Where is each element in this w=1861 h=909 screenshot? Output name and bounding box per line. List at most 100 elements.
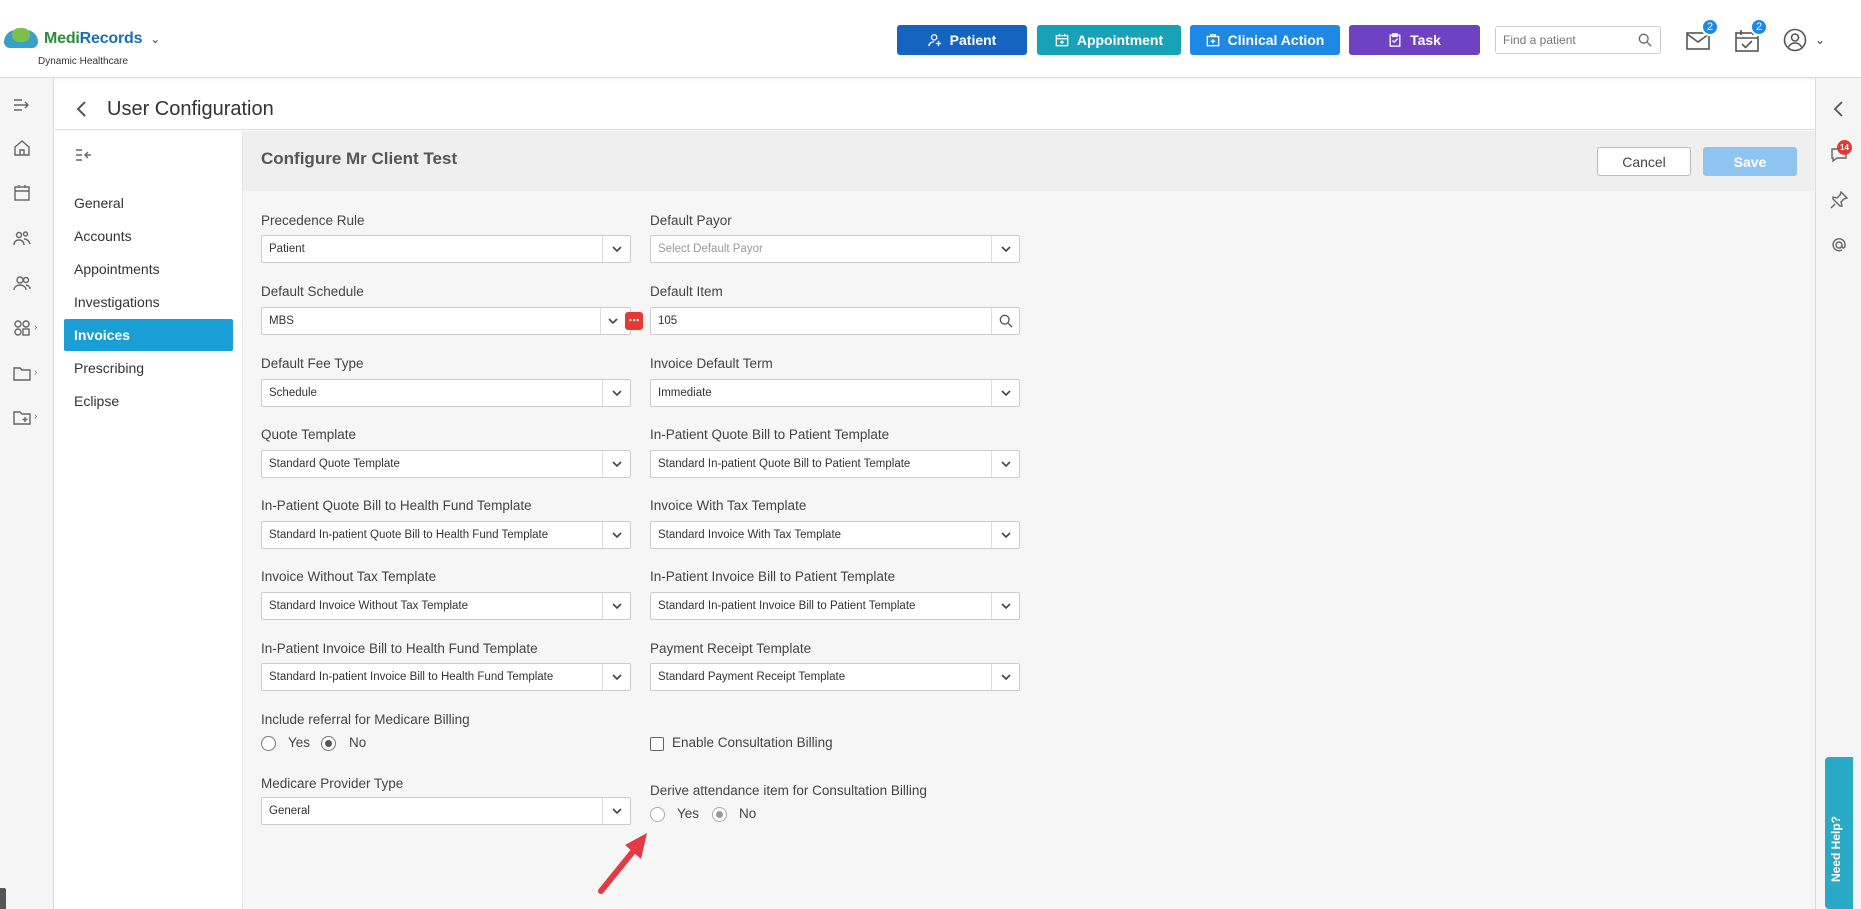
dropdown-toggle[interactable] xyxy=(602,593,630,619)
user-avatar-icon[interactable] xyxy=(1783,28,1807,52)
dropdown-toggle[interactable] xyxy=(991,380,1019,406)
folder-add-icon[interactable] xyxy=(13,408,31,426)
dropdown-toggle[interactable] xyxy=(602,522,630,548)
chevron-down-icon[interactable]: ⌄ xyxy=(1815,33,1825,47)
inpatient-invoice-patient-select[interactable]: Standard In-patient Invoice Bill to Pati… xyxy=(650,592,1020,620)
default-schedule-select[interactable]: MBS xyxy=(261,307,631,335)
patient-button[interactable]: Patient xyxy=(897,25,1027,55)
tasks-button[interactable]: 2 xyxy=(1734,18,1768,54)
sidebar-item-eclipse[interactable]: Eclipse xyxy=(64,385,233,417)
chevron-right-icon[interactable]: › xyxy=(34,367,37,378)
sidebar-item-appointments[interactable]: Appointments xyxy=(64,253,233,285)
enable-consultation-checkbox[interactable] xyxy=(650,737,664,751)
default-item-field[interactable]: 105 xyxy=(650,307,1020,335)
derive-attendance-label: Derive attendance item for Consultation … xyxy=(650,783,927,798)
chevron-down-icon xyxy=(1000,532,1011,539)
include-referral-yes-radio[interactable] xyxy=(261,736,276,751)
inpatient-quote-fund-select[interactable]: Standard In-patient Quote Bill to Health… xyxy=(261,521,631,549)
clipboard-icon xyxy=(1389,33,1401,47)
default-item-value: 105 xyxy=(658,315,678,327)
expand-menu-icon[interactable] xyxy=(13,96,31,114)
invoice-without-tax-label: Invoice Without Tax Template xyxy=(261,569,437,584)
chevron-right-icon[interactable]: › xyxy=(34,322,37,333)
dropdown-toggle[interactable] xyxy=(991,664,1019,690)
include-referral-no-radio[interactable] xyxy=(321,736,336,751)
inpatient-invoice-patient-value: Standard In-patient Invoice Bill to Pati… xyxy=(658,600,916,612)
dropdown-toggle[interactable] xyxy=(991,522,1019,548)
page-title: User Configuration xyxy=(107,98,274,120)
task-button-label: Task xyxy=(1410,32,1441,48)
chevron-down-icon xyxy=(1000,246,1011,253)
app-logo[interactable]: MediRecords ⌄ xyxy=(4,28,160,50)
search-item-button[interactable] xyxy=(991,308,1019,334)
default-schedule-label: Default Schedule xyxy=(261,284,364,299)
sidebar-item-investigations[interactable]: Investigations xyxy=(64,286,233,318)
quote-template-label: Quote Template xyxy=(261,427,357,442)
logo-icon xyxy=(4,28,40,50)
default-fee-type-value: Schedule xyxy=(269,387,317,399)
derive-attendance-no-radio[interactable] xyxy=(712,807,727,822)
sidebar-item-prescribing[interactable]: Prescribing xyxy=(64,352,233,384)
dropdown-toggle[interactable] xyxy=(991,236,1019,262)
inpatient-quote-fund-label: In-Patient Quote Bill to Health Fund Tem… xyxy=(261,498,532,513)
dropdown-toggle[interactable] xyxy=(602,664,630,690)
payment-receipt-select[interactable]: Standard Payment Receipt Template xyxy=(650,663,1020,691)
quote-template-select[interactable]: Standard Quote Template xyxy=(261,450,631,478)
invoice-without-tax-select[interactable]: Standard Invoice Without Tax Template xyxy=(261,592,631,620)
dropdown-toggle[interactable] xyxy=(602,236,630,262)
side-drawer-handle[interactable] xyxy=(0,888,6,909)
apps-icon[interactable] xyxy=(13,319,31,337)
patient-search-input[interactable] xyxy=(1496,27,1626,53)
appointment-button[interactable]: Appointment xyxy=(1037,25,1181,55)
collapse-menu-icon[interactable] xyxy=(75,148,91,162)
quote-template-value: Standard Quote Template xyxy=(269,458,400,470)
default-fee-type-select[interactable]: Schedule xyxy=(261,379,631,407)
page-title-bar: User Configuration xyxy=(55,88,1815,130)
save-button[interactable]: Save xyxy=(1703,147,1797,176)
clinical-team-icon[interactable] xyxy=(13,229,31,247)
medicare-provider-type-value: General xyxy=(269,805,310,817)
chevron-down-icon[interactable]: ⌄ xyxy=(150,32,160,46)
need-help-tab[interactable]: Need Help? xyxy=(1825,757,1853,909)
chevron-right-icon[interactable]: › xyxy=(34,411,37,422)
dropdown-toggle[interactable] xyxy=(991,451,1019,477)
invoice-with-tax-select[interactable]: Standard Invoice With Tax Template xyxy=(650,521,1020,549)
dropdown-toggle[interactable] xyxy=(602,380,630,406)
dropdown-toggle[interactable] xyxy=(602,451,630,477)
task-button[interactable]: Task xyxy=(1349,25,1480,55)
home-icon[interactable] xyxy=(13,139,31,157)
cancel-button[interactable]: Cancel xyxy=(1597,147,1691,176)
patients-icon[interactable] xyxy=(13,274,31,292)
need-help-label: Need Help? xyxy=(1829,815,1843,882)
chevron-left-icon[interactable] xyxy=(1830,100,1848,118)
calendar-icon[interactable] xyxy=(13,184,31,202)
sidebar-item-invoices[interactable]: Invoices xyxy=(64,319,233,351)
precedence-rule-select[interactable]: Patient xyxy=(261,235,631,263)
more-options-button[interactable]: ⋯ xyxy=(625,312,643,330)
default-payor-select[interactable]: Select Default Payor xyxy=(650,235,1020,263)
payment-receipt-label: Payment Receipt Template xyxy=(650,641,812,656)
pin-icon[interactable] xyxy=(1830,191,1848,209)
chevron-down-icon xyxy=(611,246,622,253)
config-title: Configure Mr Client Test xyxy=(261,149,458,168)
dropdown-toggle[interactable] xyxy=(602,798,630,824)
inpatient-invoice-fund-select[interactable]: Standard In-patient Invoice Bill to Heal… xyxy=(261,663,631,691)
precedence-rule-value: Patient xyxy=(269,243,305,255)
calendar-plus-icon xyxy=(1055,33,1069,47)
medicare-provider-type-select[interactable]: General xyxy=(261,797,631,825)
inpatient-quote-patient-select[interactable]: Standard In-patient Quote Bill to Patien… xyxy=(650,450,1020,478)
dropdown-toggle[interactable] xyxy=(991,593,1019,619)
chevron-down-icon xyxy=(611,603,622,610)
clinical-action-button[interactable]: Clinical Action xyxy=(1190,25,1340,55)
invoice-without-tax-value: Standard Invoice Without Tax Template xyxy=(269,600,469,612)
folder-icon[interactable] xyxy=(13,364,31,382)
mention-icon[interactable] xyxy=(1830,236,1848,254)
derive-attendance-yes-radio[interactable] xyxy=(650,807,665,822)
messages-button[interactable]: 2 xyxy=(1685,18,1719,54)
sidebar-item-general[interactable]: General xyxy=(64,187,233,219)
search-icon[interactable] xyxy=(1638,33,1652,47)
brand-name: MediRecords xyxy=(44,30,143,47)
invoice-default-term-select[interactable]: Immediate xyxy=(650,379,1020,407)
sidebar-item-accounts[interactable]: Accounts xyxy=(64,220,233,252)
back-arrow-icon[interactable] xyxy=(75,100,89,118)
